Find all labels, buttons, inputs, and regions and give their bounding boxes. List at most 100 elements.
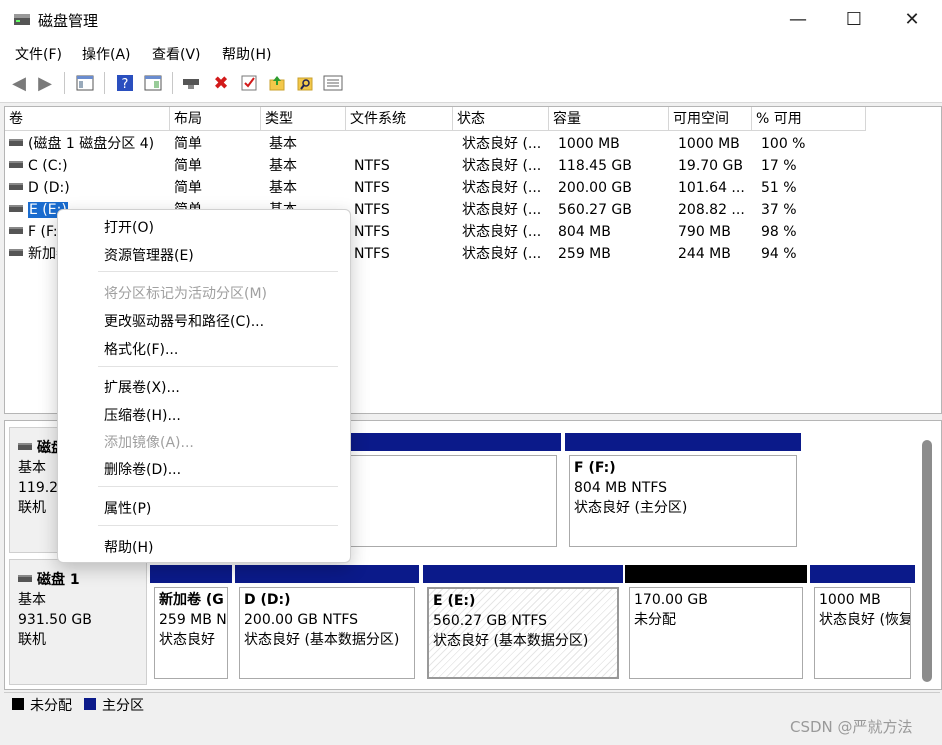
check-icon[interactable]: [238, 72, 260, 94]
disk-1-unallocated[interactable]: 170.00 GB 未分配: [625, 565, 807, 685]
close-button[interactable]: ✕: [884, 0, 940, 38]
drive-icon: [9, 160, 23, 168]
drive-icon: [9, 248, 23, 256]
menu-item-properties[interactable]: 属性(P): [104, 499, 151, 519]
column-header-status[interactable]: 状态: [453, 107, 549, 131]
cell-filesystem: NTFS: [354, 202, 390, 218]
maximize-button[interactable]: ☐: [826, 0, 882, 38]
window-title: 磁盘管理: [38, 12, 99, 30]
partition-bar: [565, 433, 801, 451]
disk-0-partition-f[interactable]: F (F:) 804 MB NTFS 状态良好 (主分区): [565, 433, 801, 553]
partition-info: 170.00 GB 未分配: [629, 587, 803, 679]
menu-item-delete-volume[interactable]: 删除卷(D)...: [104, 460, 181, 480]
minimize-button[interactable]: —: [770, 0, 826, 38]
cell-free-space: 19.70 GB: [678, 158, 743, 174]
console-tree-icon[interactable]: [74, 72, 96, 94]
column-header-volume[interactable]: 卷: [5, 107, 170, 131]
cell-type: 基本: [269, 180, 297, 196]
disk-1-partition-g[interactable]: 新加卷 (G 259 MB N 状态良好: [150, 565, 232, 685]
cell-layout: 简单: [174, 158, 202, 174]
forward-icon[interactable]: ▶: [34, 72, 56, 94]
column-header-layout[interactable]: 布局: [170, 107, 261, 131]
disk-1-partition-d[interactable]: D (D:) 200.00 GB NTFS 状态良好 (基本数据分区): [235, 565, 419, 685]
cell-filesystem: NTFS: [354, 158, 390, 174]
menu-bar: 文件(F) 操作(A) 查看(V) 帮助(H): [0, 38, 942, 66]
list-icon[interactable]: [322, 72, 344, 94]
menu-action[interactable]: 操作(A): [82, 44, 131, 64]
partition-bar: [235, 565, 419, 583]
disk-icon: [18, 442, 32, 450]
cell-status: 状态良好 (...: [462, 246, 542, 262]
cell-volume: (磁盘 1 磁盘分区 4): [9, 133, 169, 155]
menu-item-open[interactable]: 打开(O): [104, 218, 154, 238]
menu-item-help[interactable]: 帮助(H): [104, 538, 153, 558]
cell-capacity: 560.27 GB: [558, 202, 632, 218]
menu-item-format[interactable]: 格式化(F)...: [104, 340, 178, 360]
column-header-free-space[interactable]: 可用空间: [669, 107, 752, 131]
cell-percent-free: 37 %: [761, 202, 797, 218]
back-icon[interactable]: ◀: [8, 72, 30, 94]
cell-percent-free: 17 %: [761, 158, 797, 174]
menu-item-explorer[interactable]: 资源管理器(E): [104, 246, 194, 266]
menu-separator: [98, 271, 338, 272]
vertical-scrollbar[interactable]: [922, 440, 932, 682]
cell-filesystem: NTFS: [354, 224, 390, 240]
disk-1-type: 基本: [18, 592, 46, 608]
disk-1-partition-e[interactable]: E (E:) 560.27 GB NTFS 状态良好 (基本数据分区): [423, 565, 623, 685]
menu-file[interactable]: 文件(F): [15, 44, 62, 64]
menu-item-change-drive-letter[interactable]: 更改驱动器号和路径(C)...: [104, 312, 264, 332]
disk-1-partition-recovery[interactable]: 1000 MB 状态良好 (恢复: [810, 565, 915, 685]
menu-item-shrink-volume[interactable]: 压缩卷(H)...: [104, 406, 181, 426]
partition-info: E (E:) 560.27 GB NTFS 状态良好 (基本数据分区): [427, 587, 619, 679]
cell-free-space: 244 MB: [678, 246, 731, 262]
folder-up-icon[interactable]: [266, 72, 288, 94]
connect-icon[interactable]: [180, 72, 202, 94]
properties-icon[interactable]: [142, 72, 164, 94]
table-row[interactable]: (磁盘 1 磁盘分区 4) 简单 基本 状态良好 (... 1000 MB 10…: [5, 133, 941, 155]
toolbar-separator: [104, 72, 105, 94]
cell-percent-free: 51 %: [761, 180, 797, 196]
legend: 未分配 主分区: [4, 692, 940, 715]
column-header-filesystem[interactable]: 文件系统: [346, 107, 453, 131]
cell-capacity: 259 MB: [558, 246, 611, 262]
menu-view[interactable]: 查看(V): [152, 44, 201, 64]
watermark: CSDN @严就方法: [790, 718, 913, 736]
primary-swatch: [84, 698, 96, 710]
disk-1-label[interactable]: 磁盘 1 基本 931.50 GB 联机: [9, 559, 147, 685]
cell-volume: C (C:): [9, 155, 169, 177]
title-bar: 磁盘管理 — ☐ ✕: [0, 0, 942, 38]
table-row[interactable]: D (D:) 简单 基本 NTFS 状态良好 (... 200.00 GB 10…: [5, 177, 941, 199]
column-header-type[interactable]: 类型: [261, 107, 346, 131]
cell-status: 状态良好 (...: [462, 224, 542, 240]
cell-status: 状态良好 (...: [462, 202, 542, 218]
cell-percent-free: 98 %: [761, 224, 797, 240]
menu-item-add-mirror: 添加镜像(A)...: [104, 435, 194, 451]
toolbar-separator: [172, 72, 173, 94]
help-icon[interactable]: ?: [114, 72, 136, 94]
cell-free-space: 1000 MB: [678, 136, 740, 152]
drive-icon: [9, 204, 23, 212]
cell-free-space: 101.64 ...: [678, 180, 745, 196]
drive-icon: [9, 226, 23, 234]
menu-help[interactable]: 帮助(H): [222, 44, 271, 64]
cell-percent-free: 94 %: [761, 246, 797, 262]
cell-status: 状态良好 (...: [462, 180, 542, 196]
svg-text:?: ?: [122, 77, 129, 92]
column-header-capacity[interactable]: 容量: [549, 107, 669, 131]
menu-item-extend-volume[interactable]: 扩展卷(X)...: [104, 378, 180, 398]
partition-info: D (D:) 200.00 GB NTFS 状态良好 (基本数据分区): [239, 587, 415, 679]
cell-capacity: 200.00 GB: [558, 180, 632, 196]
drive-icon: [9, 138, 23, 146]
column-header-percent-free[interactable]: % 可用: [752, 107, 866, 131]
toolbar: ◀ ▶ ? ✖: [0, 66, 942, 103]
menu-separator: [98, 366, 338, 367]
cell-status: 状态良好 (...: [462, 136, 542, 152]
partition-info: 新加卷 (G 259 MB N 状态良好: [154, 587, 228, 679]
menu-item-mark-active: 将分区标记为活动分区(M): [104, 286, 268, 302]
search-folder-icon[interactable]: [294, 72, 316, 94]
cell-percent-free: 100 %: [761, 136, 806, 152]
disk-management-icon: [14, 14, 30, 25]
menu-separator: [98, 525, 338, 526]
delete-icon[interactable]: ✖: [210, 72, 232, 94]
table-row[interactable]: C (C:) 简单 基本 NTFS 状态良好 (... 118.45 GB 19…: [5, 155, 941, 177]
